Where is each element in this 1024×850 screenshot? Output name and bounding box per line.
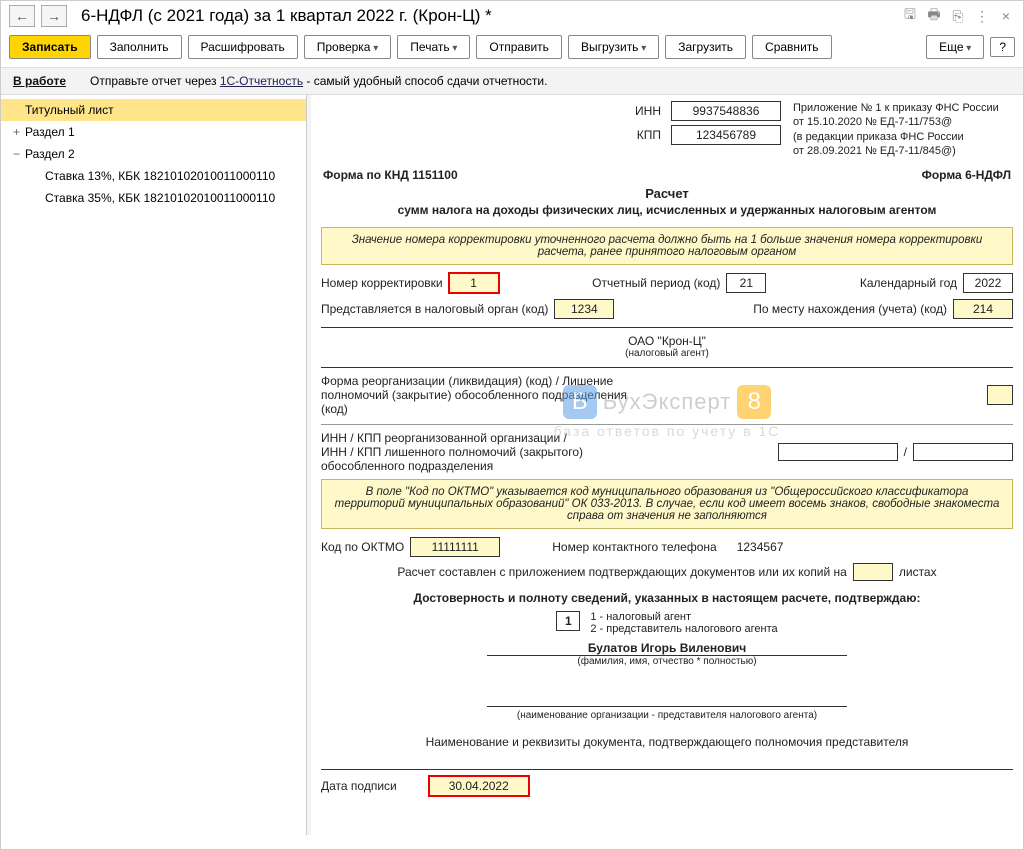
taxorg-field[interactable]: 1234 <box>554 299 614 319</box>
kpp-label: КПП <box>637 128 661 142</box>
note-correction: Значение номера корректировки уточненног… <box>321 227 1013 265</box>
close-icon[interactable]: × <box>997 7 1015 25</box>
check-button[interactable]: Проверка <box>304 35 392 59</box>
more-button[interactable]: Еще <box>926 35 984 59</box>
print-icon[interactable]: 🖶 <box>925 7 943 25</box>
fio-sub: (фамилия, имя, отчество * полностью) <box>321 656 1013 667</box>
confirm-label: Достоверность и полноту сведений, указан… <box>321 591 1013 605</box>
print-button[interactable]: Печать <box>397 35 470 59</box>
tree-rate13[interactable]: Ставка 13%, КБК 18210102010011000110 <box>1 165 306 187</box>
status-link[interactable]: В работе <box>13 74 66 88</box>
period-field[interactable]: 21 <box>726 273 766 293</box>
pages-post: листах <box>899 565 937 579</box>
org-sub: (налоговый агент) <box>321 348 1013 359</box>
reorg-label: Форма реорганизации (ликвидация) (код) /… <box>321 374 641 416</box>
appendix-note: Приложение № 1 к приказу ФНС Россииот 15… <box>793 101 1013 158</box>
period-label: Отчетный период (код) <box>592 276 720 290</box>
date-field[interactable]: 30.04.2022 <box>429 776 529 796</box>
tip-1c-link[interactable]: 1С-Отчетность <box>220 74 303 88</box>
form-subtitle: сумм налога на доходы физических лиц, ис… <box>321 203 1013 217</box>
rep-org-field[interactable] <box>487 691 847 707</box>
form6-label: Форма 6-НДФЛ <box>922 168 1011 182</box>
form-title: Расчет <box>321 186 1013 201</box>
phone-label: Номер контактного телефона <box>552 540 716 554</box>
tree-section2[interactable]: −Раздел 2 <box>1 143 306 165</box>
import-button[interactable]: Загрузить <box>665 35 746 59</box>
decode-button[interactable]: Расшифровать <box>188 35 298 59</box>
reorg-kpp-field[interactable] <box>913 443 1013 461</box>
reorg-inn-field[interactable] <box>778 443 898 461</box>
menu-icon[interactable]: ⋮ <box>973 7 991 25</box>
tip-text: Отправьте отчет через 1С-Отчетность - са… <box>90 74 547 88</box>
tree-rate35[interactable]: Ставка 35%, КБК 18210102010011000110 <box>1 187 306 209</box>
signer-options: 1 - налоговый агент2 - представитель нал… <box>590 611 777 635</box>
oktmo-label: Код по ОКТМО <box>321 540 404 554</box>
reorg-field[interactable] <box>987 385 1013 405</box>
pages-field[interactable] <box>853 563 893 581</box>
knd-label: Форма по КНД 1151100 <box>323 168 458 182</box>
inn-label: ИНН <box>635 104 661 118</box>
corr-label: Номер корректировки <box>321 276 443 290</box>
nav-tree: Титульный лист +Раздел 1 −Раздел 2 Ставк… <box>1 95 307 835</box>
kpp-value[interactable]: 123456789 <box>671 125 781 145</box>
tree-title-page[interactable]: Титульный лист <box>1 99 306 121</box>
export-button[interactable]: Выгрузить <box>568 35 659 59</box>
tree-section1[interactable]: +Раздел 1 <box>1 121 306 143</box>
phone-field[interactable]: 1234567 <box>737 540 784 554</box>
compare-button[interactable]: Сравнить <box>752 35 831 59</box>
oktmo-field[interactable]: 11111111 <box>410 537 500 557</box>
help-button[interactable]: ? <box>990 37 1015 57</box>
year-label: Календарный год <box>860 276 957 290</box>
save-icon[interactable]: 🖫 <box>901 7 919 25</box>
note-oktmo: В поле "Код по ОКТМО" указывается код му… <box>321 479 1013 529</box>
signer-fio[interactable]: Булатов Игорь Виленович <box>487 641 847 656</box>
corr-field[interactable]: 1 <box>449 273 499 293</box>
taxorg-label: Представляется в налоговый орган (код) <box>321 302 548 316</box>
window-title: 6-НДФЛ (с 2021 года) за 1 квартал 2022 г… <box>81 6 895 26</box>
doc-label: Наименование и реквизиты документа, подт… <box>321 735 1013 749</box>
rep-org-sub: (наименование организации - представител… <box>321 710 1013 721</box>
year-field[interactable]: 2022 <box>963 273 1013 293</box>
pages-pre: Расчет составлен с приложением подтвержд… <box>397 565 846 579</box>
date-label: Дата подписи <box>321 779 397 793</box>
nav-back[interactable]: ← <box>9 5 35 27</box>
loc-field[interactable]: 214 <box>953 299 1013 319</box>
write-button[interactable]: Записать <box>9 35 91 59</box>
form-panel: ББухЭксперт8 база ответов по учету в 1С … <box>307 95 1023 835</box>
loc-label: По месту нахождения (учета) (код) <box>753 302 947 316</box>
link-icon[interactable]: ⎘ <box>949 7 967 25</box>
send-button[interactable]: Отправить <box>476 35 562 59</box>
org-name: ОАО "Крон-Ц" <box>321 334 1013 348</box>
nav-fwd[interactable]: → <box>41 5 67 27</box>
signer-code[interactable]: 1 <box>556 611 580 631</box>
inn-value[interactable]: 9937548836 <box>671 101 781 121</box>
fill-button[interactable]: Заполнить <box>97 35 182 59</box>
innkpp-label: ИНН / КПП реорганизованной организации /… <box>321 431 661 473</box>
